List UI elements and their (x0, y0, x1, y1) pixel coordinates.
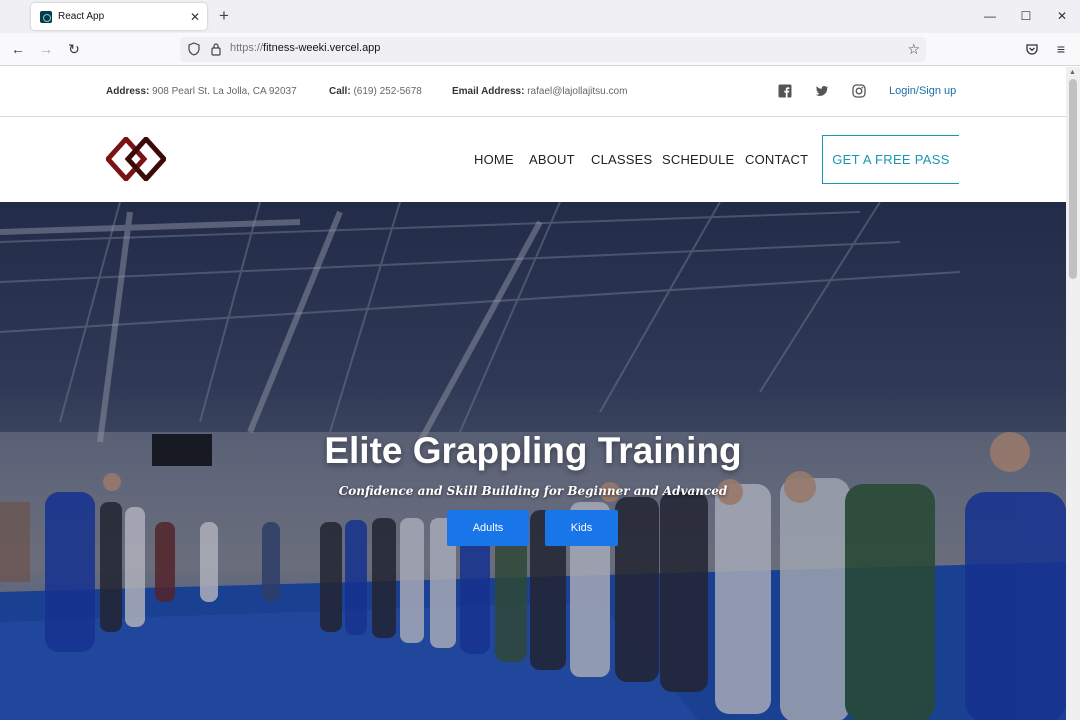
address-label: Address: (106, 86, 150, 97)
facebook-icon[interactable] (778, 84, 792, 98)
address-info: Address: 908 Pearl St. La Jolla, CA 9203… (106, 86, 297, 97)
adults-button[interactable]: Adults (447, 510, 529, 546)
reload-icon[interactable]: ↻ (66, 41, 82, 57)
url-bar[interactable]: https://fitness-weeki.vercel.app ☆ (180, 37, 926, 62)
bookmark-star-icon[interactable]: ☆ (907, 41, 920, 58)
call-label: Call: (329, 86, 351, 97)
browser-tab-bar: React App ✕ + — ☐ ✕ (0, 0, 1080, 33)
call-value: (619) 252-5678 (353, 86, 422, 97)
nav-schedule[interactable]: SCHEDULE (662, 152, 734, 167)
get-free-pass-button[interactable]: GET A FREE PASS (822, 135, 959, 184)
lock-icon[interactable] (210, 42, 222, 56)
nav-about[interactable]: ABOUT (529, 152, 575, 167)
hero-section: Elite Grappling Training Confidence and … (0, 202, 1066, 720)
scroll-up-arrow-icon[interactable]: ▲ (1069, 69, 1076, 76)
nav-home[interactable]: HOME (474, 152, 514, 167)
email-info: Email Address: rafael@lajollajitsu.com (452, 86, 627, 97)
react-favicon-icon (40, 10, 52, 23)
forward-icon[interactable]: → (38, 41, 54, 57)
browser-nav-bar: ← → ↻ https://fitness-weeki.vercel.app ☆… (0, 33, 1080, 66)
instagram-icon[interactable] (852, 84, 866, 98)
back-icon[interactable]: ← (10, 41, 26, 57)
kids-button[interactable]: Kids (545, 510, 618, 546)
login-signup-link[interactable]: Login/Sign up (889, 85, 956, 97)
minimize-icon[interactable]: — (982, 8, 998, 24)
scrollbar-thumb[interactable] (1069, 79, 1077, 279)
tab-title: React App (58, 11, 105, 22)
page-scrollbar[interactable]: ▲ (1066, 67, 1080, 720)
email-label: Email Address: (452, 86, 525, 97)
twitter-icon[interactable] (815, 84, 829, 98)
web-page: Address: 908 Pearl St. La Jolla, CA 9203… (0, 67, 1066, 720)
browser-tab[interactable]: React App ✕ (31, 3, 207, 30)
pocket-icon[interactable] (1024, 41, 1040, 57)
url-text[interactable]: https://fitness-weeki.vercel.app (230, 42, 380, 54)
logo-icon[interactable] (106, 137, 166, 181)
hero-title: Elite Grappling Training (324, 430, 742, 471)
email-value: rafael@lajollajitsu.com (527, 86, 628, 97)
close-window-icon[interactable]: ✕ (1054, 8, 1070, 24)
address-value: 908 Pearl St. La Jolla, CA 92037 (152, 86, 297, 97)
close-tab-icon[interactable]: ✕ (187, 10, 203, 24)
main-navigation: HOME ABOUT CLASSES SCHEDULE CONTACT GET … (0, 118, 1066, 202)
menu-hamburger-icon[interactable]: ≡ (1053, 41, 1069, 57)
nav-classes[interactable]: CLASSES (591, 152, 652, 167)
call-info: Call: (619) 252-5678 (329, 86, 422, 97)
contact-info-bar: Address: 908 Pearl St. La Jolla, CA 9203… (0, 67, 1066, 117)
nav-contact[interactable]: CONTACT (745, 152, 808, 167)
hero-subtitle: Confidence and Skill Building for Beginn… (338, 484, 728, 498)
new-tab-icon[interactable]: + (216, 7, 232, 25)
maximize-icon[interactable]: ☐ (1018, 8, 1034, 24)
tracking-shield-icon[interactable] (188, 42, 200, 56)
